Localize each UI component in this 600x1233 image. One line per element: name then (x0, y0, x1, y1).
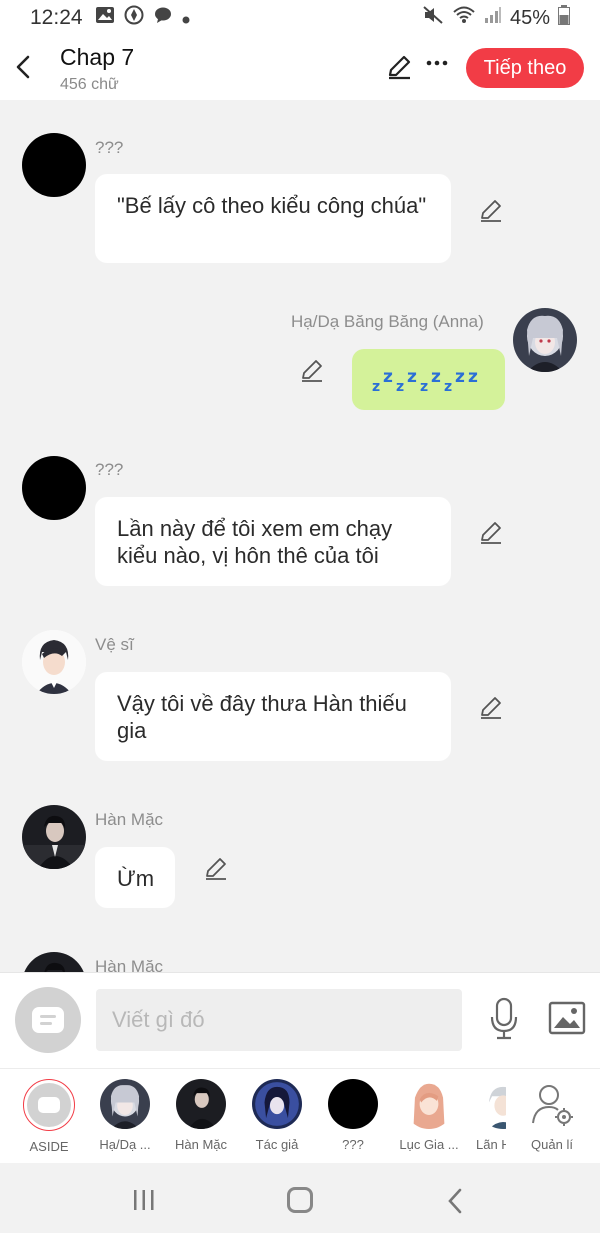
signal-icon (484, 6, 502, 30)
character-luc-gia[interactable]: Lục Gia ... (394, 1079, 464, 1152)
svg-text:z: z (468, 367, 478, 387)
svg-text:z: z (455, 367, 465, 387)
avatar-unknown[interactable] (22, 456, 86, 520)
character-label: Hàn Mặc (174, 1137, 228, 1152)
character-label: ASIDE (29, 1139, 69, 1154)
compass-notification-icon (124, 5, 144, 31)
svg-text:z: z (372, 379, 380, 395)
character-avatar (176, 1079, 226, 1129)
svg-text:z: z (420, 379, 428, 395)
aside-note-icon (38, 1097, 60, 1113)
character-author[interactable]: Tác giả (242, 1079, 312, 1152)
next-chapter-button[interactable]: Tiếp theo (466, 48, 584, 88)
aside-button[interactable] (15, 987, 81, 1053)
character-selector-bar: ASIDE Hạ/Dạ ... Hàn Mặc Tác giả ??? Lục … (0, 1068, 600, 1163)
sender-name: Hàn Mặc (95, 810, 164, 829)
aside-note-icon (32, 1007, 64, 1033)
pencil-icon (388, 55, 411, 80)
pencil-icon (481, 697, 501, 719)
sender-name: ??? (95, 460, 124, 479)
edit-message-button[interactable] (299, 358, 325, 384)
image-icon (548, 1001, 586, 1035)
aside-avatar (23, 1079, 75, 1131)
avatar-guard[interactable] (22, 630, 86, 694)
avatar-anna[interactable] (513, 308, 577, 372)
character-label: Quản lí (531, 1137, 573, 1152)
word-count: 456 chữ (60, 76, 119, 93)
pencil-icon (206, 858, 226, 880)
gallery-notification-icon (95, 6, 115, 30)
message-bubble[interactable]: Ừm (95, 847, 175, 908)
sender-name: Vệ sĩ (95, 635, 134, 654)
status-bar: 12:24 45% (0, 0, 600, 36)
pencil-icon (302, 360, 322, 382)
wifi-icon (452, 5, 476, 31)
character-label: ??? (342, 1137, 364, 1152)
manage-characters-button[interactable]: Quản lí (517, 1079, 587, 1152)
manage-user-gear-icon (527, 1079, 577, 1129)
edit-chapter-button[interactable] (386, 54, 412, 80)
chat-notification-icon (153, 6, 173, 30)
pencil-icon (481, 522, 501, 544)
character-label: Tác giả (255, 1137, 299, 1152)
edit-message-button[interactable] (478, 695, 504, 721)
sleeping-zzz-emoji: z z z z z z z z z (372, 367, 478, 395)
character-avatar (100, 1079, 150, 1129)
character-avatar (328, 1079, 378, 1129)
chevron-left-icon (16, 55, 30, 79)
microphone-icon (490, 997, 518, 1040)
status-time: 12:24 (30, 6, 83, 29)
character-avatar (478, 1079, 506, 1129)
more-dots-icon (426, 60, 448, 66)
message-input[interactable] (96, 989, 462, 1051)
battery-level: 45% (509, 6, 550, 29)
battery-icon (558, 5, 570, 31)
sender-name: Hàn Mặc (95, 957, 164, 972)
character-label: Hạ/Dạ ... (99, 1137, 151, 1152)
character-ha-da[interactable]: Hạ/Dạ ... (90, 1079, 160, 1152)
message-bubble-self[interactable]: z z z z z z z z z (352, 349, 505, 410)
system-back-button[interactable] (445, 1187, 465, 1215)
character-label: Lục Gia ... (399, 1137, 459, 1152)
pencil-icon (481, 200, 501, 222)
chapter-title: Chap 7 (60, 44, 135, 70)
edit-message-button[interactable] (478, 198, 504, 224)
character-unknown[interactable]: ??? (318, 1079, 388, 1152)
svg-text:z: z (383, 367, 393, 387)
character-label: Lãn H (476, 1137, 506, 1152)
svg-text:z: z (396, 379, 404, 395)
character-lan[interactable]: Lãn H (470, 1079, 506, 1152)
recents-icon (134, 1190, 154, 1210)
chapter-header: Chap 7 456 chữ Tiếp theo (0, 36, 600, 100)
home-button[interactable] (287, 1187, 313, 1213)
recent-apps-button[interactable] (132, 1189, 156, 1211)
microphone-button[interactable] (488, 997, 520, 1041)
message-bubble[interactable]: "Bế lấy cô theo kiểu công chúa" (95, 174, 451, 263)
message-bubble[interactable]: Lần này để tôi xem em chạy kiểu nào, vị … (95, 497, 451, 586)
avatar-han-mac[interactable] (22, 805, 86, 869)
sender-name: ??? (95, 138, 124, 157)
mute-icon (422, 5, 444, 31)
message-bubble[interactable]: Vậy tôi về đây thưa Hàn thiếu gia (95, 672, 451, 761)
character-aside[interactable]: ASIDE (14, 1079, 84, 1154)
edit-message-button[interactable] (203, 856, 229, 882)
svg-text:z: z (431, 367, 441, 387)
image-upload-button[interactable] (548, 1001, 586, 1035)
system-navigation-bar (0, 1163, 600, 1233)
avatar-unknown[interactable] (22, 133, 86, 197)
message-input-bar (0, 972, 600, 1068)
dot-notification-icon (182, 7, 190, 30)
character-avatar (404, 1079, 454, 1129)
svg-text:z: z (444, 379, 452, 395)
character-avatar (252, 1079, 302, 1129)
chat-area[interactable]: ??? "Bế lấy cô theo kiểu công chúa" Hạ/D… (0, 100, 600, 972)
chevron-left-icon (448, 1188, 462, 1214)
sender-name: Hạ/Dạ Băng Băng (Anna) (291, 312, 484, 331)
edit-message-button[interactable] (478, 520, 504, 546)
svg-text:z: z (407, 367, 417, 387)
character-han-mac[interactable]: Hàn Mặc (166, 1079, 236, 1152)
more-options-button[interactable] (425, 50, 449, 79)
avatar-han-mac[interactable] (22, 952, 86, 972)
back-button[interactable] (12, 52, 36, 82)
